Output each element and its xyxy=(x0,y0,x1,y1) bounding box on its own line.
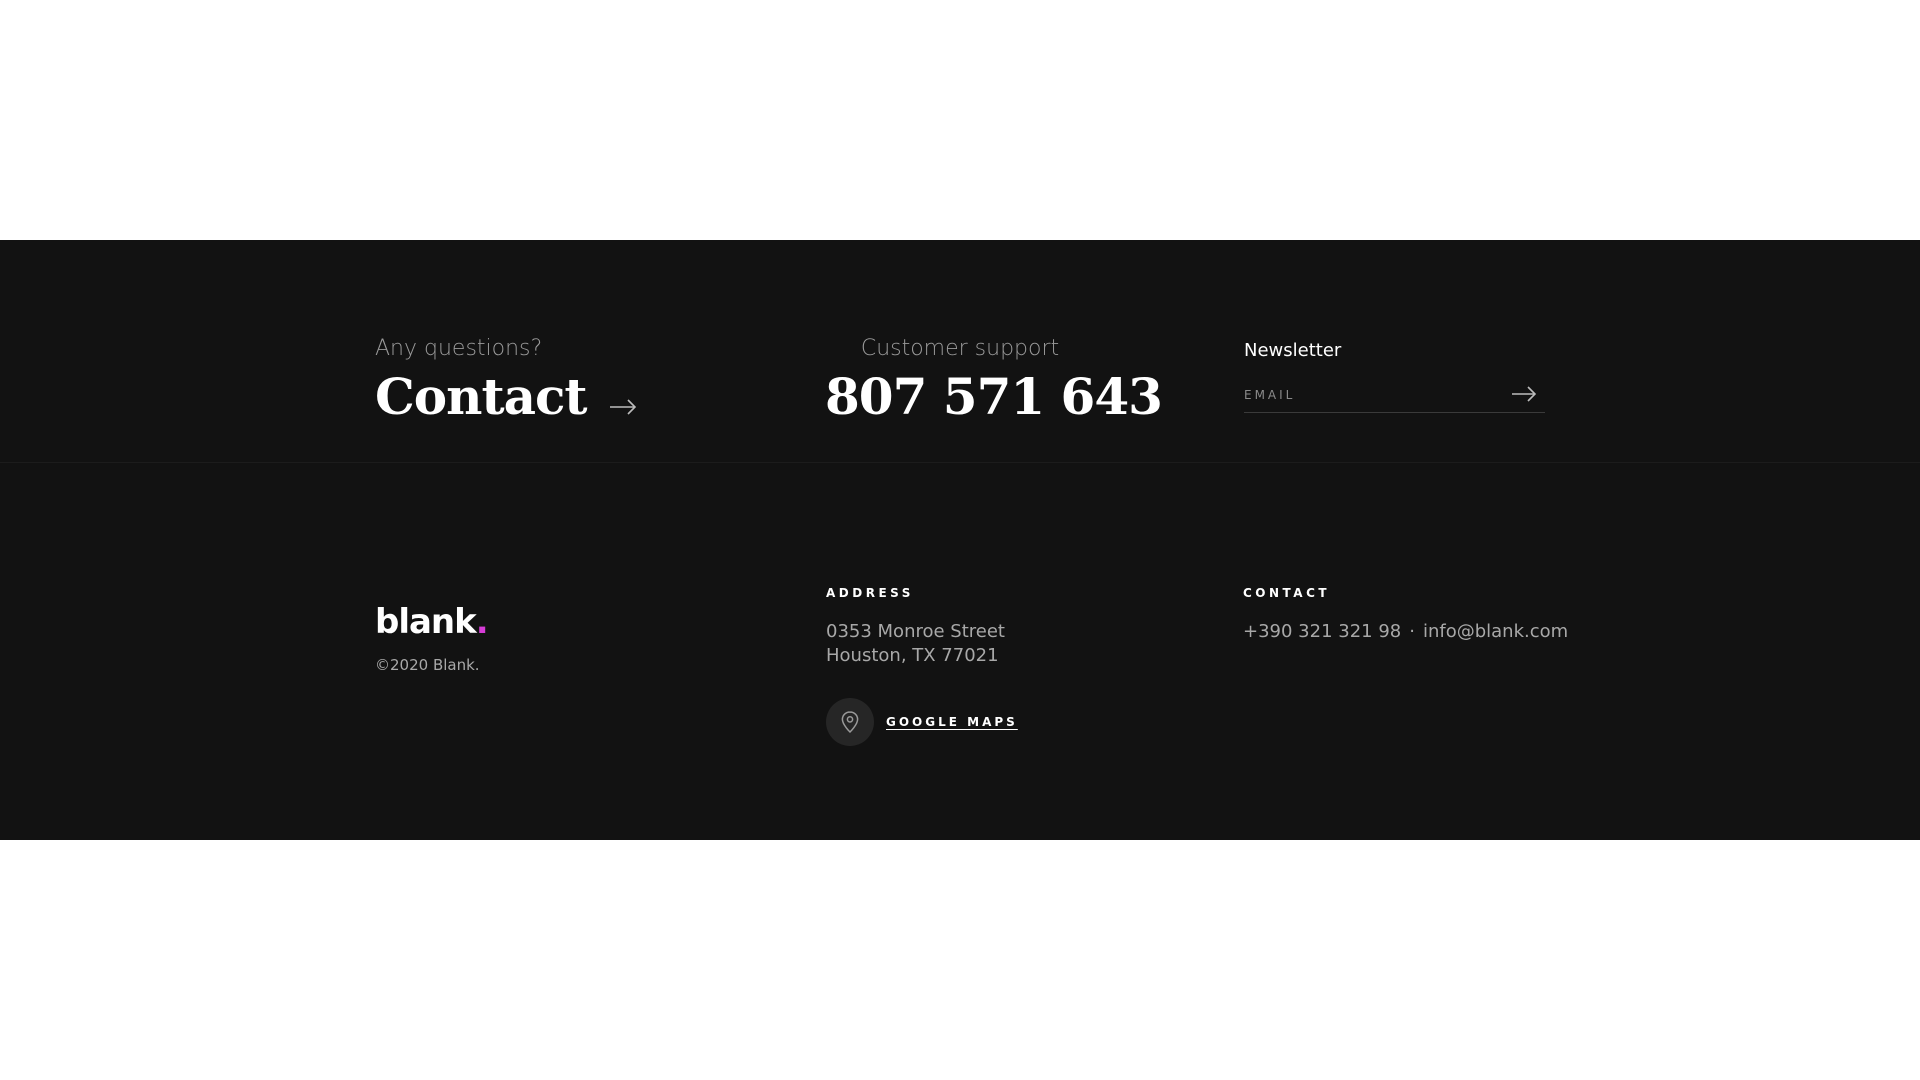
newsletter: Newsletter xyxy=(1244,340,1545,420)
support-phone[interactable]: 807 571 643 xyxy=(825,372,1163,422)
copyright: ©2020 Blank. xyxy=(375,656,480,674)
address-block: ADDRESS 0353 Monroe Street Houston, TX 7… xyxy=(826,586,1146,746)
contact-heading: CONTACT xyxy=(1243,586,1331,600)
address-line-2: Houston, TX 77021 xyxy=(826,645,999,666)
newsletter-form xyxy=(1244,382,1545,413)
logo-text: blank xyxy=(375,602,477,642)
logo[interactable]: blank. xyxy=(375,602,489,642)
logo-dot: . xyxy=(475,602,489,642)
contact-details: +390 321 321 98 · info@blank.com xyxy=(1243,620,1568,644)
contact-cta: Any questions? Contact xyxy=(375,338,637,422)
address-line-1: 0353 Monroe Street xyxy=(826,621,1005,642)
support-label: Customer support xyxy=(860,336,1060,361)
contact-block: CONTACT +390 321 321 98 · info@blank.com xyxy=(1243,586,1568,644)
footer-cta-band: Any questions? Contact Customer support … xyxy=(0,240,1920,463)
customer-support: Customer support 807 571 643 xyxy=(825,336,1163,422)
arrow-right-icon xyxy=(1512,386,1537,402)
email-field[interactable] xyxy=(1244,384,1494,406)
site-footer: Any questions? Contact Customer support … xyxy=(0,240,1920,840)
newsletter-submit-button[interactable] xyxy=(1511,386,1537,407)
map-pin-icon xyxy=(826,698,874,746)
questions-label: Any questions? xyxy=(375,336,543,361)
contact-email[interactable]: info@blank.com xyxy=(1423,621,1568,642)
contact-link[interactable]: Contact xyxy=(375,372,637,422)
contact-phone[interactable]: +390 321 321 98 xyxy=(1243,621,1401,642)
footer-brand: blank. ©2020 Blank. xyxy=(375,602,489,674)
newsletter-title: Newsletter xyxy=(1244,340,1342,361)
google-maps-label[interactable]: GOOGLE MAPS xyxy=(886,715,1018,729)
google-maps-link[interactable]: GOOGLE MAPS xyxy=(826,698,1146,746)
separator: · xyxy=(1409,621,1415,642)
arrow-right-icon xyxy=(609,399,637,420)
address-heading: ADDRESS xyxy=(826,586,914,600)
contact-link-label: Contact xyxy=(375,367,588,426)
